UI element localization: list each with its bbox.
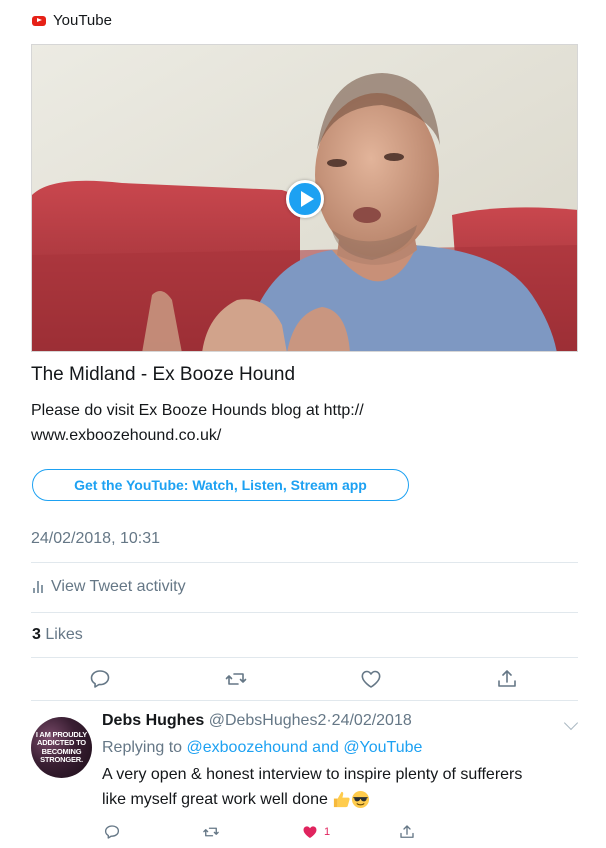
thumbs-up-emoji-icon [334,792,350,808]
play-button-icon[interactable] [286,180,324,218]
tweet-action-bar [0,667,606,693]
youtube-logo-icon [32,15,46,26]
reply-text-content: A very open & honest interview to inspir… [102,766,523,808]
tweet-timestamp: 24/02/2018, 10:31 [31,530,161,547]
divider [31,562,578,563]
reply-body: Debs Hughes @DebsHughes2·24/02/2018 Repl… [102,712,582,812]
reply-like-button[interactable]: 1 [301,823,330,841]
likes-summary[interactable]: 3 Likes [32,626,83,644]
card-description: Please do visit Ex Booze Hounds blog at … [31,402,364,444]
reply-action-bar: 1 [0,823,606,843]
replying-to: Replying to @exboozehound and @YouTube [102,739,582,757]
video-thumbnail[interactable] [31,44,578,352]
divider [31,700,578,701]
divider [31,612,578,613]
likes-count: 3 [32,626,41,643]
reply-reply-icon[interactable] [103,823,121,841]
analytics-bars-icon [33,581,43,593]
replying-to-link[interactable]: @exboozehound and @YouTube [187,739,423,756]
reply-author-handle[interactable]: @DebsHughes2 [209,712,327,729]
activity-label: View Tweet activity [51,578,186,595]
source-name: YouTube [53,12,112,29]
reply-text: A very open & honest interview to inspir… [102,762,542,812]
heart-filled-icon [303,826,317,838]
divider [31,657,578,658]
get-app-button[interactable]: Get the YouTube: Watch, Listen, Stream a… [32,469,409,501]
avatar[interactable]: I AM PROUDLY ADDICTED TO BECOMING STRONG… [31,717,92,778]
reply-icon[interactable] [88,667,112,691]
card-source[interactable]: YouTube [32,12,112,29]
like-icon[interactable] [359,667,383,691]
reply-header: Debs Hughes @DebsHughes2·24/02/2018 [102,712,582,730]
reply-share-icon[interactable] [398,823,416,841]
replying-prefix: Replying to [102,739,183,756]
reply-like-count: 1 [324,826,331,838]
reply-author-name[interactable]: Debs Hughes [102,712,204,729]
share-icon[interactable] [495,667,519,691]
reply-retweet-icon[interactable] [202,823,220,841]
reply-date[interactable]: 24/02/2018 [332,712,412,729]
card-title[interactable]: The Midland - Ex Booze Hound [31,364,295,386]
likes-label: Likes [45,626,83,643]
view-tweet-activity-link[interactable]: View Tweet activity [33,578,186,596]
avatar-text: I AM PROUDLY ADDICTED TO BECOMING STRONG… [35,729,88,764]
sunglasses-emoji-icon [352,791,370,809]
retweet-icon[interactable] [224,667,248,691]
